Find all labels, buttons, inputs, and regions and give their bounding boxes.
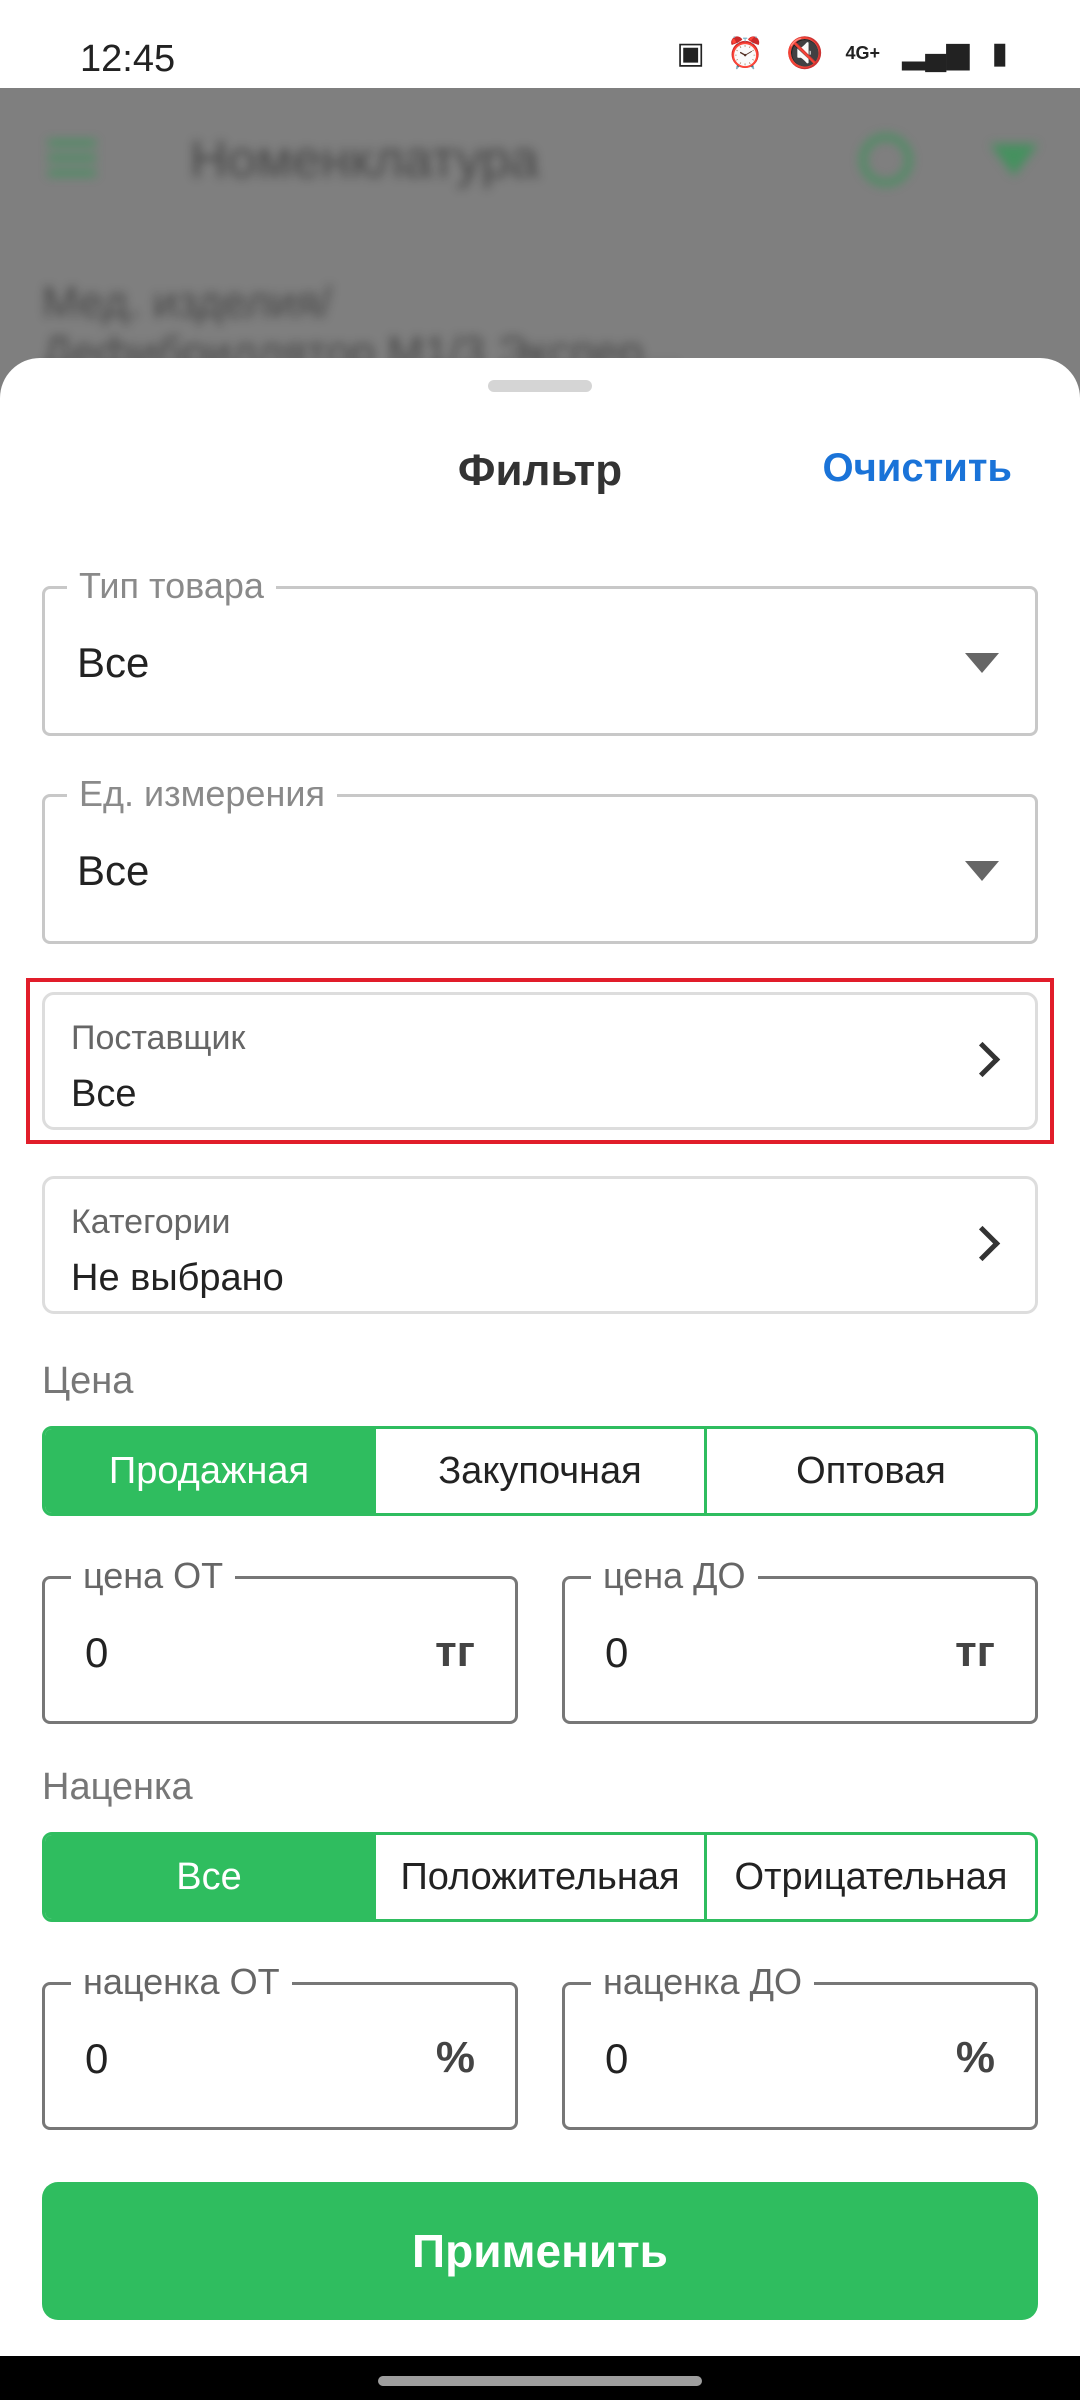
dropdown-arrow-icon	[965, 861, 999, 881]
background-item-line1: Мед. изделия/	[42, 278, 332, 327]
unit-select[interactable]: Ед. измерения Все	[42, 773, 1038, 944]
categories-label: Категории	[71, 1203, 231, 1241]
background-title: Номенклатура	[190, 131, 539, 189]
dropdown-arrow-icon	[965, 653, 999, 673]
unit-label: Ед. измерения	[67, 773, 337, 815]
categories-row[interactable]: Категории Не выбрано	[42, 1176, 1038, 1314]
status-time: 12:45	[80, 38, 176, 80]
price-from-unit: тг	[435, 1627, 475, 1676]
price-option-purchase[interactable]: Закупочная	[373, 1429, 704, 1513]
chevron-right-icon	[964, 1041, 1001, 1078]
categories-value: Не выбрано	[71, 1257, 284, 1299]
price-to-label: цена ДО	[591, 1555, 758, 1597]
sheet-drag-handle[interactable]	[488, 380, 592, 392]
mute-icon: 🔇	[786, 37, 824, 70]
markup-option-all[interactable]: Все	[45, 1835, 373, 1919]
markup-to-field[interactable]: наценка ДО 0 %	[562, 1961, 1038, 2130]
product-type-select[interactable]: Тип товара Все	[42, 565, 1038, 736]
markup-option-negative[interactable]: Отрицательная	[704, 1835, 1035, 1919]
price-to-unit: тг	[955, 1627, 995, 1676]
home-gesture-handle[interactable]	[378, 2376, 702, 2386]
price-from-label: цена ОТ	[71, 1555, 236, 1597]
filter-icon	[990, 144, 1038, 176]
4g-icon: 4G+	[845, 43, 881, 63]
status-icons: ▣ ⏰ 🔇 4G+ ▂▄▆ ▮	[676, 36, 1008, 71]
chevron-right-icon	[964, 1225, 1001, 1262]
supplier-label: Поставщик	[71, 1019, 246, 1057]
alarm-icon: ⏰	[726, 37, 765, 70]
search-icon	[860, 134, 912, 186]
markup-to-unit: %	[955, 2033, 995, 2082]
markup-section-label: Наценка	[42, 1766, 193, 1808]
price-to-value[interactable]: 0	[605, 1629, 628, 1677]
apply-button[interactable]: Применить	[42, 2182, 1038, 2320]
status-bar: 12:45 ▣ ⏰ 🔇 4G+ ▂▄▆ ▮	[0, 0, 1080, 88]
markup-from-unit: %	[435, 2033, 475, 2082]
markup-to-label: наценка ДО	[591, 1961, 814, 2003]
markup-from-field[interactable]: наценка ОТ 0 %	[42, 1961, 518, 2130]
markup-to-value[interactable]: 0	[605, 2035, 628, 2083]
system-nav-bar	[0, 2356, 1080, 2400]
filter-sheet: Фильтр Очистить Тип товара Все Ед. измер…	[0, 358, 1080, 2356]
product-type-value: Все	[77, 639, 150, 686]
supplier-row[interactable]: Поставщик Все	[42, 992, 1038, 1130]
price-option-wholesale[interactable]: Оптовая	[704, 1429, 1035, 1513]
price-option-sale[interactable]: Продажная	[45, 1429, 373, 1513]
markup-from-label: наценка ОТ	[71, 1961, 292, 2003]
markup-type-segmented[interactable]: Все Положительная Отрицательная	[42, 1832, 1038, 1922]
price-section-label: Цена	[42, 1360, 134, 1402]
battery-icon: ▮	[991, 37, 1008, 70]
signal-icon: ▂▄▆	[902, 37, 970, 70]
markup-option-positive[interactable]: Положительная	[373, 1835, 704, 1919]
supplier-value: Все	[71, 1073, 137, 1115]
markup-from-value[interactable]: 0	[85, 2035, 108, 2083]
unit-value: Все	[77, 847, 150, 894]
product-type-label: Тип товара	[67, 565, 276, 607]
clear-button[interactable]: Очистить	[822, 446, 1012, 491]
price-to-field[interactable]: цена ДО 0 тг	[562, 1555, 1038, 1724]
price-from-value[interactable]: 0	[85, 1629, 108, 1677]
battery-saver-icon: ▣	[676, 37, 705, 70]
price-from-field[interactable]: цена ОТ 0 тг	[42, 1555, 518, 1724]
background-app: Номенклатура Мед. изделия/ Дефибриллятор…	[0, 88, 1080, 400]
price-type-segmented[interactable]: Продажная Закупочная Оптовая	[42, 1426, 1038, 1516]
menu-icon	[48, 140, 96, 176]
